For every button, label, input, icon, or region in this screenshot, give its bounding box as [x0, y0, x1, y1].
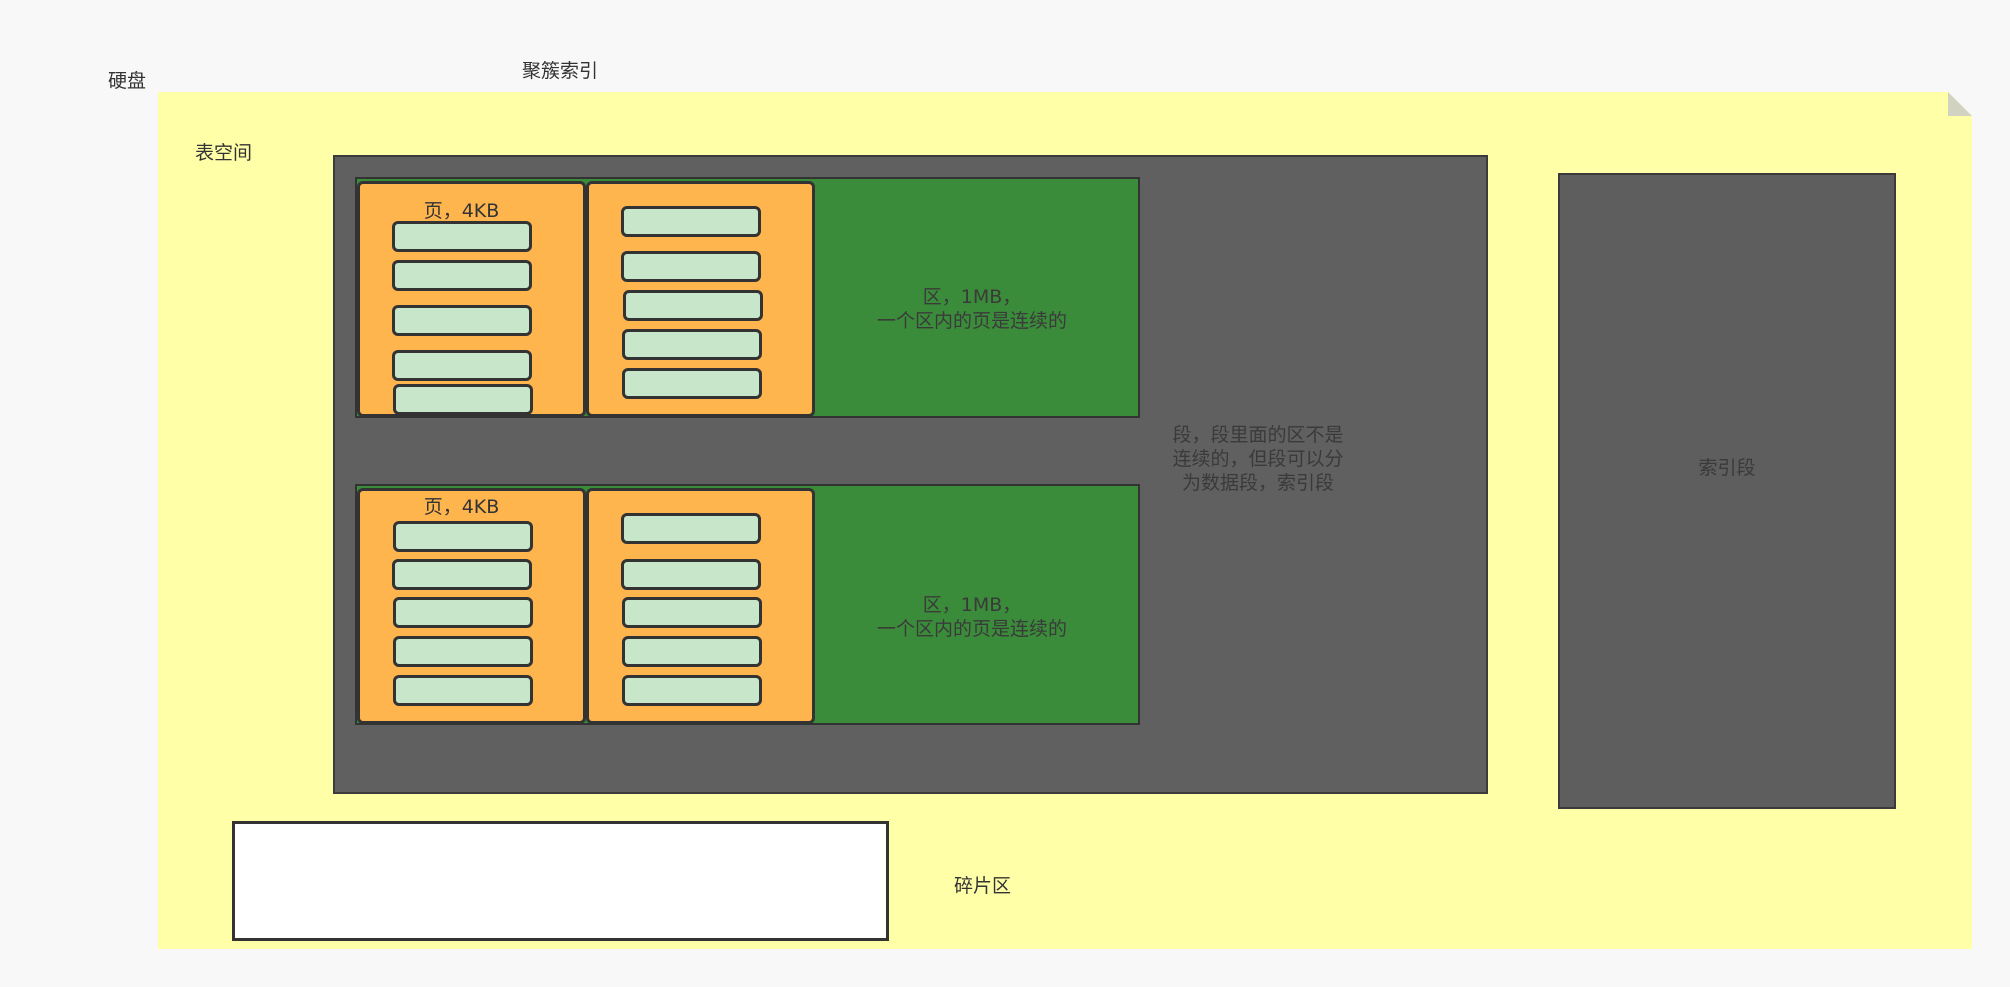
- row-record: [392, 305, 532, 336]
- row-record: [393, 384, 533, 415]
- segment-label: 段，段里面的区不是连续的，但段可以分为数据段，索引段: [1172, 424, 1344, 494]
- row-record: [621, 206, 761, 237]
- fragment-area-label: 碎片区: [954, 875, 1012, 897]
- row-record: [622, 636, 762, 667]
- page-label-2: 页，4KB: [423, 496, 500, 518]
- row-record: [623, 290, 763, 321]
- row-record: [621, 251, 761, 282]
- row-record: [392, 350, 532, 381]
- clustered-index-label: 聚簇索引: [522, 60, 599, 82]
- disk-label: 硬盘: [108, 70, 147, 92]
- row-record: [622, 329, 762, 360]
- row-record: [393, 597, 533, 628]
- fragment-area-box: [232, 821, 889, 941]
- page-label-1: 页，4KB: [423, 200, 500, 222]
- row-record: [393, 521, 533, 552]
- row-record: [393, 675, 533, 706]
- row-record: [392, 260, 532, 291]
- row-record: [392, 221, 532, 252]
- extent-label-2: 区，1MB， 一个区内的页是连续的: [877, 594, 1068, 640]
- extent-label-1: 区，1MB， 一个区内的页是连续的: [877, 286, 1068, 332]
- row-record: [622, 597, 762, 628]
- row-record: [392, 559, 532, 590]
- row-record: [621, 559, 761, 590]
- row-record: [621, 513, 761, 544]
- tablespace-folded-corner: [1948, 92, 1972, 116]
- row-record: [622, 368, 762, 399]
- row-record: [622, 675, 762, 706]
- index-segment-label: 索引段: [1698, 457, 1756, 479]
- row-record: [393, 636, 533, 667]
- tablespace-label: 表空间: [195, 142, 253, 164]
- index-segment-box: [1558, 173, 1896, 809]
